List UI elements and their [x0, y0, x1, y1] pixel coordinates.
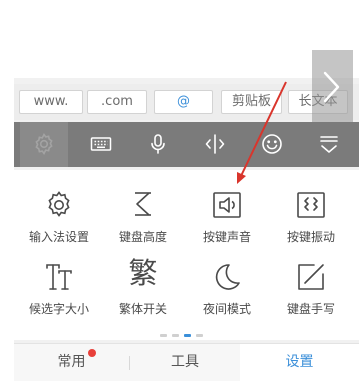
- keyboard-icon: [90, 137, 112, 151]
- shortcut-www[interactable]: www.: [19, 90, 83, 114]
- toolbar-hide-keyboard-button[interactable]: [305, 122, 353, 167]
- settings-grid: 输入法设置 键盘高度 按键声音 按键振动 候选字大小 繁 繁体开关 夜间模式 键…: [14, 170, 359, 340]
- setting-candidate-size[interactable]: 候选字大小: [16, 250, 102, 320]
- tab-settings[interactable]: 设置: [240, 344, 359, 381]
- setting-label: 按键振动: [286, 230, 335, 244]
- page-dot: [172, 334, 179, 337]
- setting-key-sound[interactable]: 按键声音: [184, 178, 270, 248]
- bottom-tab-bar: 常用 工具 设置: [14, 343, 359, 381]
- handwriting-icon: [298, 264, 324, 290]
- traditional-chinese-icon: 繁: [128, 256, 158, 290]
- toolbar-keyboard-button[interactable]: [77, 122, 125, 167]
- setting-label: 繁体开关: [118, 302, 167, 316]
- key-vibration-icon: [297, 192, 325, 218]
- tab-tools[interactable]: 工具: [130, 344, 240, 381]
- chevron-right-icon: [323, 71, 340, 103]
- page-dot: [196, 334, 203, 337]
- page-dot: [160, 334, 167, 337]
- candidate-size-icon: [46, 264, 72, 290]
- shortcut-row: www. .com @ 剪贴板 长文本: [14, 84, 359, 120]
- setting-ime-settings[interactable]: 输入法设置: [16, 178, 102, 248]
- setting-label: 按键声音: [202, 230, 251, 244]
- toolbar-cursor-button[interactable]: [191, 122, 239, 167]
- shortcut-com[interactable]: .com: [87, 90, 147, 114]
- setting-label: 候选字大小: [28, 302, 89, 316]
- setting-keyboard-height[interactable]: 键盘高度: [100, 178, 186, 248]
- night-mode-icon: [215, 264, 240, 290]
- smiley-icon: [262, 134, 282, 154]
- tab-label: 设置: [285, 354, 314, 370]
- keyboard-height-icon: [135, 192, 151, 216]
- tab-label: 常用: [57, 354, 86, 370]
- tab-common[interactable]: 常用: [14, 344, 129, 381]
- setting-label: 键盘高度: [118, 230, 167, 244]
- notification-badge: [88, 349, 96, 357]
- gear-icon: [35, 132, 53, 156]
- page-dot-active: [184, 334, 191, 337]
- gear-icon: [48, 191, 70, 217]
- keyboard-toolbar: [14, 122, 359, 167]
- shortcut-clipboard[interactable]: 剪贴板: [221, 90, 282, 114]
- key-sound-icon: [213, 192, 241, 218]
- collapse-keyboard-icon: [320, 136, 338, 153]
- toolbar-voice-button[interactable]: [134, 122, 182, 167]
- toolbar-emoji-button[interactable]: [248, 122, 296, 167]
- setting-label: 键盘手写: [286, 302, 335, 316]
- setting-handwriting[interactable]: 键盘手写: [268, 250, 354, 320]
- toolbar-settings-button[interactable]: [20, 122, 68, 167]
- tab-label: 工具: [171, 354, 199, 370]
- scroll-right-button[interactable]: [312, 50, 353, 126]
- setting-label: 输入法设置: [28, 230, 89, 244]
- setting-traditional-chinese[interactable]: 繁 繁体开关: [100, 250, 186, 320]
- shortcut-at[interactable]: @: [154, 90, 213, 114]
- setting-night-mode[interactable]: 夜间模式: [184, 250, 270, 320]
- text-cursor-icon: [205, 134, 225, 154]
- setting-key-vibration[interactable]: 按键振动: [268, 178, 354, 248]
- setting-label: 夜间模式: [202, 302, 251, 316]
- microphone-icon: [151, 134, 165, 154]
